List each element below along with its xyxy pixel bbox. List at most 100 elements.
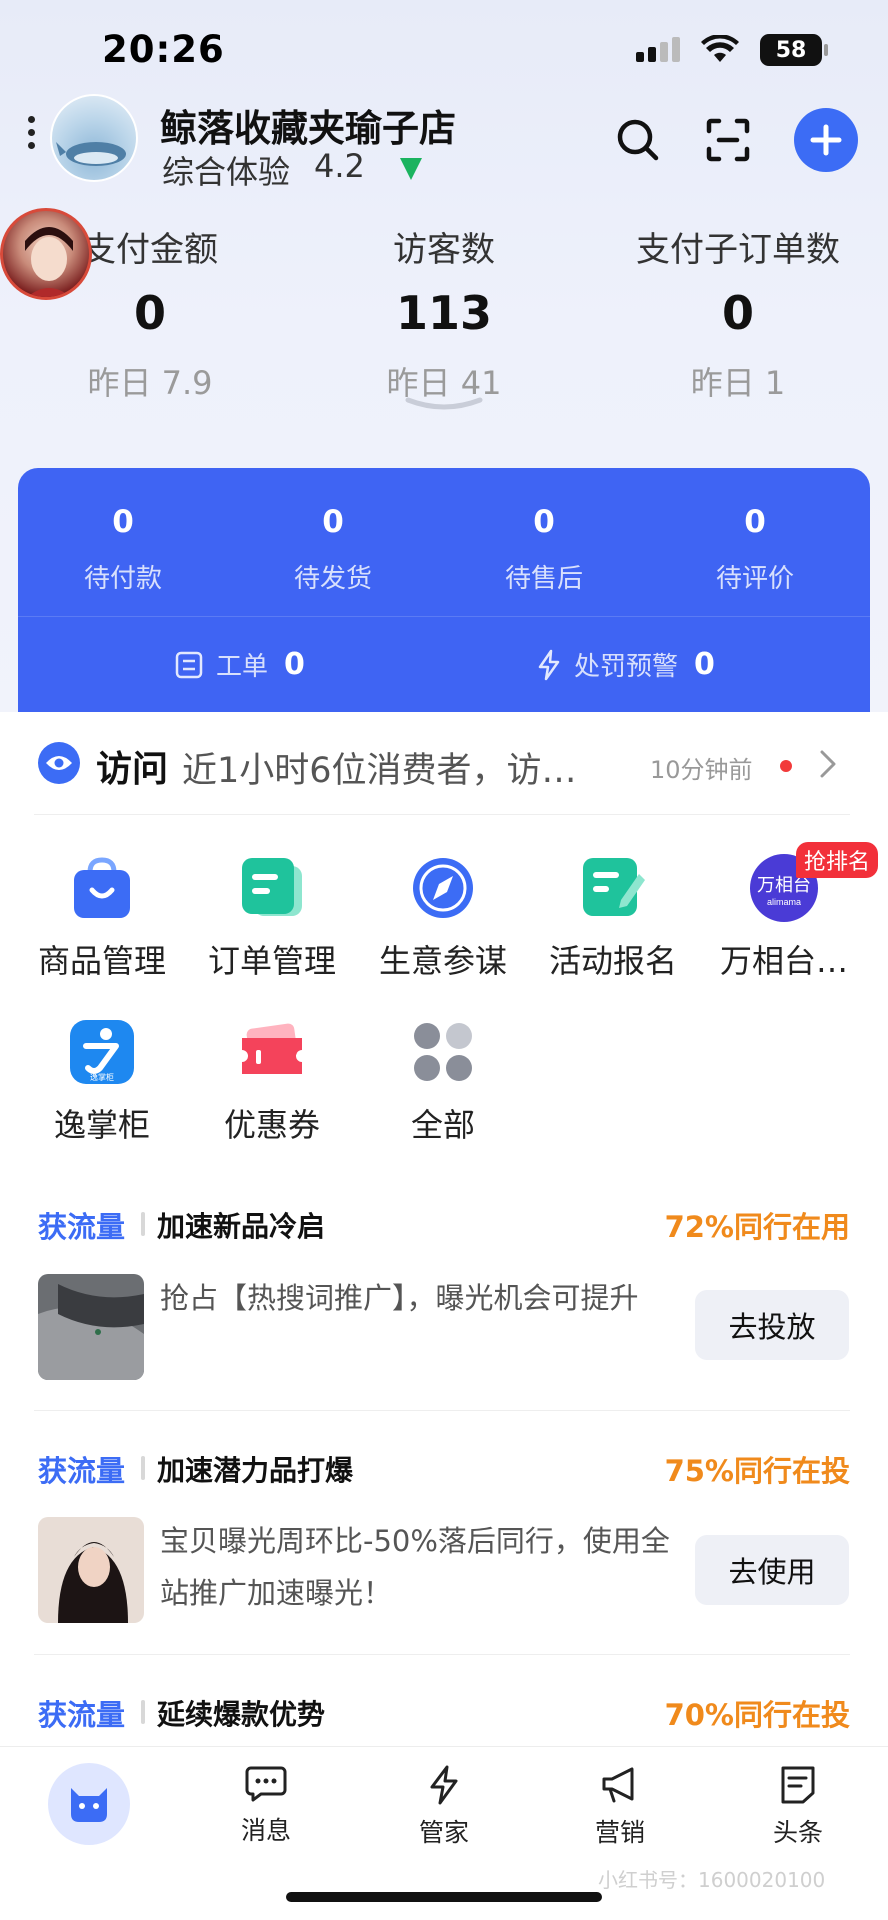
message-icon — [245, 1766, 287, 1802]
stat-value: 0 — [721, 286, 754, 340]
rank-badge: 抢排名 — [796, 842, 879, 878]
grid-icon — [411, 1020, 475, 1084]
nav-label: 营销 — [594, 1818, 645, 1847]
work-order-link[interactable]: 工单 0 — [174, 646, 305, 683]
search-button[interactable] — [606, 108, 670, 172]
nav-butler[interactable]: 管家 — [384, 1765, 504, 1849]
menu-dots-icon[interactable] — [28, 116, 38, 149]
coupon-icon — [240, 1020, 304, 1084]
use-button[interactable]: 去使用 — [695, 1535, 849, 1605]
nav-label: 管家 — [418, 1818, 469, 1847]
app-yizhanggui[interactable]: 逸掌柜 逸掌柜 — [17, 1020, 187, 1146]
traffic-description: 抢占【热搜词推广】，曝光机会可提升 — [160, 1281, 639, 1315]
app-label: 逸掌柜 — [53, 1106, 150, 1144]
nav-news[interactable]: 头条 — [738, 1765, 858, 1849]
visit-time: 10分钟前 — [650, 756, 753, 784]
divider — [18, 616, 870, 617]
watermark: 小红书号：1600020100 — [598, 1868, 826, 1892]
product-thumbnail[interactable] — [38, 1274, 144, 1380]
order-count: 0 — [533, 504, 555, 540]
traffic-title: 延续爆款优势 — [157, 1698, 326, 1731]
app-coupon[interactable]: 优惠券 — [187, 1020, 357, 1146]
product-thumbnail[interactable] — [38, 1517, 144, 1623]
compass-icon — [411, 856, 475, 920]
app-business-advisor[interactable]: 生意参谋 — [358, 856, 528, 982]
svg-text:逸掌柜: 逸掌柜 — [90, 1072, 114, 1082]
status-time: 20:26 — [102, 28, 225, 71]
visit-notification-row[interactable]: 访问 近1小时6位消费者，访… 10分钟前 — [0, 712, 888, 814]
penalty-warning-link[interactable]: 处罚预警 0 — [536, 646, 715, 683]
penalty-label: 处罚预警 — [574, 652, 679, 682]
order-label: 待评价 — [715, 564, 794, 594]
order-pending-payment[interactable]: 0 待付款 — [18, 504, 228, 595]
yizhanggui-icon: 逸掌柜 — [70, 1020, 134, 1084]
scan-button[interactable] — [696, 108, 760, 172]
separator — [141, 1700, 145, 1724]
home-indicator[interactable] — [286, 1892, 602, 1902]
order-count: 0 — [744, 504, 766, 540]
app-label: 全部 — [410, 1106, 475, 1144]
order-pending-aftersale[interactable]: 0 待售后 — [439, 504, 649, 595]
separator — [141, 1456, 145, 1480]
work-order-icon — [175, 651, 203, 678]
stat-sub-orders[interactable]: 支付子订单数 0 昨日 1 — [590, 222, 886, 404]
app-label: 优惠券 — [223, 1106, 320, 1144]
order-pending-review[interactable]: 0 待评价 — [650, 504, 860, 595]
order-count: 0 — [322, 504, 344, 540]
chevron-right-icon — [820, 750, 836, 778]
order-label: 待付款 — [83, 564, 162, 594]
stat-yesterday: 昨日 1 — [690, 364, 786, 402]
add-button[interactable] — [794, 108, 858, 172]
floating-avatar[interactable] — [0, 208, 92, 300]
shopping-bag-icon — [70, 856, 134, 920]
traffic-percent: 75%同行在投 — [664, 1454, 850, 1488]
lightning-icon — [538, 649, 560, 680]
plus-icon — [810, 124, 842, 156]
visit-title: 访问 — [96, 749, 169, 790]
nav-label: 头条 — [772, 1818, 823, 1847]
app-all[interactable]: 全部 — [358, 1020, 528, 1146]
shop-name[interactable]: 鲸落收藏夹瑜子店 — [160, 98, 456, 152]
home-mascot-icon — [71, 1788, 107, 1822]
nav-marketing[interactable]: 营销 — [560, 1765, 680, 1849]
whale-icon — [56, 142, 126, 166]
eye-icon — [38, 742, 80, 784]
launch-button[interactable]: 去投放 — [695, 1290, 849, 1360]
nav-messages[interactable]: 消息 — [206, 1765, 326, 1847]
news-icon — [781, 1766, 815, 1804]
nav-home[interactable] — [48, 1763, 130, 1845]
app-order-management[interactable]: 订单管理 — [187, 856, 357, 982]
traffic-percent: 70%同行在投 — [664, 1698, 850, 1732]
shop-header: 鲸落收藏夹瑜子店 综合体验 4.2 — [0, 92, 888, 192]
stat-label: 访客数 — [393, 230, 495, 270]
traffic-tag: 获流量 — [38, 1454, 126, 1488]
order-status-card: 0 待付款 0 待发货 0 待售后 0 待评价 工单 0 处罚预警 0 — [18, 468, 870, 728]
experience-score: 4.2 — [314, 147, 365, 185]
order-pending-shipment[interactable]: 0 待发货 — [228, 504, 438, 595]
app-label: 活动报名 — [548, 942, 677, 980]
expand-chevron-icon[interactable] — [404, 394, 484, 414]
order-count: 0 — [112, 504, 134, 540]
work-order-label: 工单 — [216, 652, 269, 682]
status-bar: 20:26 58 — [0, 0, 888, 100]
stat-label: 支付子订单数 — [636, 230, 840, 270]
svg-text:万相台: 万相台 — [757, 875, 811, 895]
order-label: 待发货 — [293, 564, 372, 594]
unread-dot — [780, 760, 792, 772]
lightning-icon — [430, 1765, 458, 1805]
wifi-icon — [701, 35, 739, 62]
app-label: 万相台… — [719, 942, 848, 980]
traffic-tag: 获流量 — [38, 1210, 126, 1244]
stat-visitors[interactable]: 访客数 113 昨日 41 — [296, 222, 592, 404]
signup-icon — [581, 856, 645, 920]
stat-value: 113 — [395, 286, 493, 340]
traffic-percent: 72%同行在用 — [664, 1210, 850, 1244]
status-icons: 58 — [634, 34, 828, 66]
app-event-signup[interactable]: 活动报名 — [528, 856, 698, 982]
shop-logo[interactable] — [50, 94, 138, 182]
nav-label: 消息 — [240, 1816, 291, 1845]
app-product-management[interactable]: 商品管理 — [17, 856, 187, 982]
trend-down-icon — [400, 158, 422, 180]
megaphone-icon — [602, 1767, 634, 1803]
app-label: 商品管理 — [37, 942, 166, 980]
